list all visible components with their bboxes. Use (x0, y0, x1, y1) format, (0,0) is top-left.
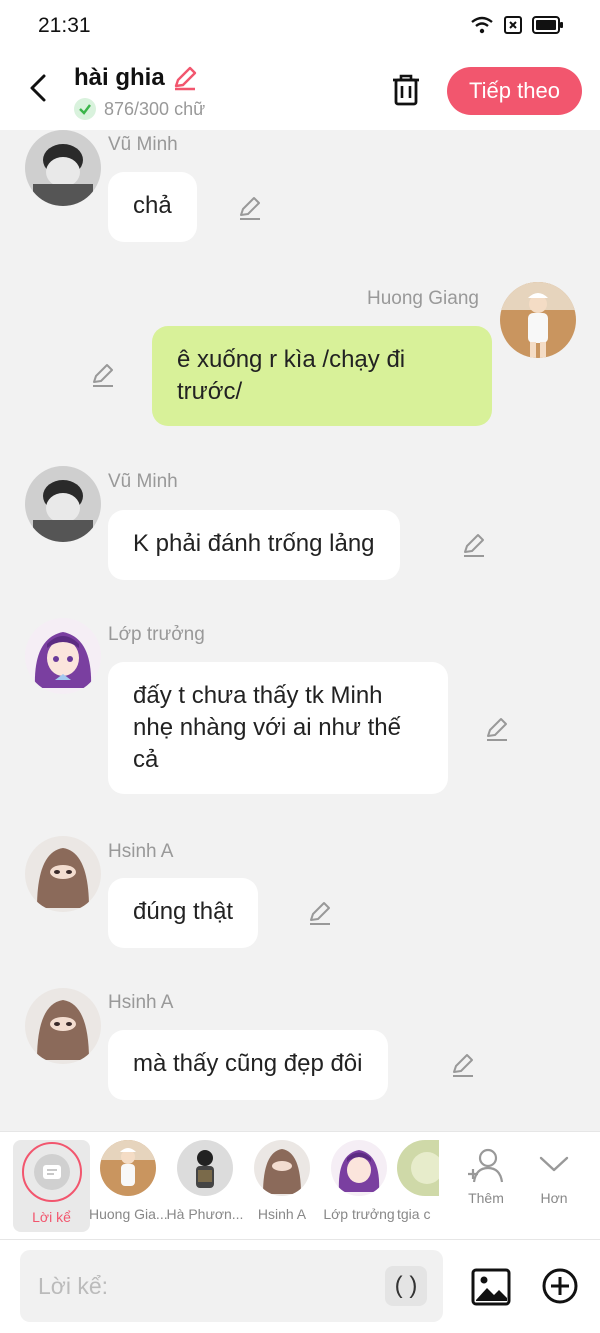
narrator-label: Lời kể (32, 1209, 71, 1225)
character-option[interactable]: tgia c (397, 1140, 439, 1222)
pencil-icon (453, 1054, 473, 1077)
character-name: Hsinh A (257, 1206, 307, 1222)
story-title[interactable]: hài ghia (74, 64, 199, 92)
message-bubble[interactable]: ê xuống r kìa /chạy đi trước/ (152, 326, 492, 426)
character-name: tgia c (397, 1206, 431, 1222)
wifi-icon (471, 16, 493, 34)
avatar[interactable] (500, 282, 576, 358)
avatar[interactable] (25, 618, 101, 694)
narrator-option[interactable]: Lời kể (13, 1140, 90, 1232)
edit-title-icon[interactable] (171, 64, 199, 92)
character-avatar (177, 1140, 233, 1196)
message-bubble[interactable]: đúng thật (108, 878, 259, 948)
add-button[interactable] (540, 1266, 580, 1306)
chevron-down-icon (539, 1156, 569, 1172)
word-count: 876/300 chữ (74, 98, 205, 120)
avatar[interactable] (25, 130, 101, 206)
expand-picker-label: Hơn (540, 1190, 568, 1206)
character-name: Hà Phươn... (166, 1206, 244, 1222)
pencil-icon (240, 197, 260, 220)
battery-icon (532, 16, 563, 34)
action-parenthesis-button[interactable]: ( ) (385, 1266, 427, 1306)
character-avatar (397, 1140, 439, 1196)
sender-name: Huong Giang (367, 288, 479, 309)
edit-message-button[interactable] (448, 1050, 478, 1080)
add-character-button[interactable]: Thêm (448, 1140, 524, 1206)
header: hài ghia 876/300 chữ Tiếp theo (0, 50, 600, 130)
message-bubble[interactable]: mà thấy cũng đẹp đôi (108, 1030, 388, 1100)
character-name: Huong Gia... (89, 1206, 167, 1222)
sender-name: Lớp trưởng (108, 624, 205, 645)
trash-icon (393, 74, 419, 106)
story-title-text: hài ghia (74, 64, 165, 91)
insert-image-button[interactable] (470, 1266, 512, 1308)
message-bubble[interactable]: chả (108, 172, 197, 242)
input-bar: ( ) (0, 1239, 600, 1333)
message-input[interactable] (38, 1266, 378, 1306)
character-avatar (100, 1140, 156, 1196)
add-person-icon (468, 1148, 504, 1183)
image-icon (471, 1268, 511, 1306)
status-icons (470, 16, 564, 34)
sender-name: Vũ Minh (108, 471, 178, 492)
character-avatar (254, 1140, 310, 1196)
pencil-icon (464, 534, 484, 557)
character-avatar (331, 1140, 387, 1196)
sender-name: Hsinh A (108, 841, 174, 862)
message-input-wrapper: ( ) (20, 1250, 443, 1322)
delete-button[interactable] (386, 70, 426, 110)
character-picker: Lời kể Huong Gia... Hà Phươn... Hsinh A … (0, 1131, 600, 1239)
edit-message-button[interactable] (88, 360, 118, 390)
edit-message-button[interactable] (459, 530, 489, 560)
avatar[interactable] (25, 466, 101, 542)
back-button[interactable] (20, 68, 56, 108)
character-option[interactable]: Huong Gia... (89, 1140, 167, 1222)
sender-name: Hsinh A (108, 992, 174, 1013)
edit-message-button[interactable] (482, 714, 512, 744)
plus-circle-icon (542, 1268, 578, 1304)
chevron-left-icon (30, 74, 46, 102)
status-time: 21:31 (38, 14, 91, 37)
message-bubble[interactable]: đấy t chưa thấy tk Minh nhẹ nhàng với ai… (108, 662, 448, 794)
sim-icon (504, 16, 522, 34)
pencil-icon (93, 364, 113, 387)
pencil-icon (310, 902, 330, 925)
avatar[interactable] (25, 988, 101, 1064)
edit-message-button[interactable] (235, 193, 265, 223)
edit-message-button[interactable] (305, 898, 335, 928)
pencil-icon (487, 718, 507, 741)
avatar[interactable] (25, 836, 101, 912)
add-character-label: Thêm (468, 1190, 504, 1206)
character-option[interactable]: Hsinh A (243, 1140, 321, 1222)
status-bar: 21:31 (0, 0, 600, 50)
character-option[interactable]: Lớp trưởng (320, 1140, 398, 1222)
word-count-text: 876/300 chữ (104, 98, 206, 119)
expand-picker-button[interactable]: Hơn (524, 1140, 584, 1206)
check-icon (74, 98, 96, 120)
character-name: Lớp trưởng (323, 1206, 395, 1222)
character-option[interactable]: Hà Phươn... (166, 1140, 244, 1222)
chat-area: Vũ Minh chả Huong Giang ê xuống r kìa /c… (0, 130, 600, 1130)
narrator-icon (21, 1142, 82, 1202)
sender-name: Vũ Minh (108, 134, 178, 155)
message-bubble[interactable]: K phải đánh trống lảng (108, 510, 400, 580)
next-button[interactable]: Tiếp theo (447, 67, 582, 115)
